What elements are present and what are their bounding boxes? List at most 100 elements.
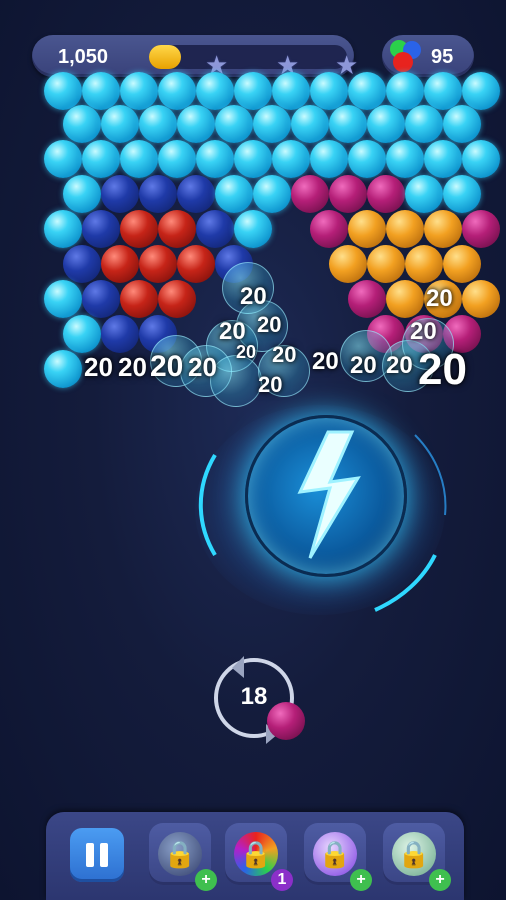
bubble-cyan	[82, 140, 120, 178]
bubble-cyan	[424, 72, 462, 110]
bubble-cyan	[44, 140, 82, 178]
score-popup: 20	[150, 350, 184, 383]
progress-fill	[149, 45, 181, 69]
bubble-magenta	[291, 175, 329, 213]
bubble-cyan	[120, 72, 158, 110]
booster-4[interactable]: 🔒 +	[383, 823, 451, 891]
bubble-cyan	[291, 105, 329, 143]
score-popup: 20	[240, 283, 267, 310]
lightning-icon	[297, 430, 361, 559]
bubble-cyan	[101, 105, 139, 143]
bubble-cyan	[234, 140, 272, 178]
score-popup: 20	[257, 312, 282, 337]
bubble-red	[158, 210, 196, 248]
bubble-navy	[101, 175, 139, 213]
colored-balls-icon	[390, 40, 421, 72]
booster-1[interactable]: 🔒 +	[149, 823, 217, 891]
bubble-cyan	[196, 72, 234, 110]
bubble-cyan	[272, 72, 310, 110]
bubble-orange	[424, 210, 462, 248]
bubble-cyan	[462, 72, 500, 110]
bubble-cyan	[310, 72, 348, 110]
bubble-cyan	[44, 210, 82, 248]
bubble-cyan	[424, 140, 462, 178]
bubble-cyan	[405, 175, 443, 213]
score-popup: 20	[312, 348, 339, 375]
bubble-magenta	[329, 175, 367, 213]
bubble-cyan	[310, 140, 348, 178]
booster-badge: +	[195, 869, 217, 891]
bubble-orange	[386, 280, 424, 318]
bubble-navy	[196, 210, 234, 248]
bubble-cyan	[44, 350, 82, 388]
booster-badge: 1	[271, 869, 293, 891]
bubble-magenta	[367, 175, 405, 213]
bubble-orange	[386, 210, 424, 248]
bubble-cyan	[443, 175, 481, 213]
booster-badge: +	[350, 869, 372, 891]
bubble-cyan	[234, 210, 272, 248]
score-popup: 20	[386, 352, 413, 379]
bubble-orange	[443, 245, 481, 283]
bubble-cyan	[158, 140, 196, 178]
booster-3[interactable]: 🔒 +	[304, 823, 372, 891]
bubble-cyan	[44, 72, 82, 110]
bubble-red	[120, 280, 158, 318]
pause-button[interactable]	[70, 828, 124, 882]
bubble-cyan	[177, 105, 215, 143]
bubble-cyan	[234, 72, 272, 110]
bubble-cyan	[63, 175, 101, 213]
score-popup: 20	[410, 318, 437, 345]
bubble-red	[158, 280, 196, 318]
bubble-cyan	[215, 175, 253, 213]
bubble-red	[120, 210, 158, 248]
bubble-cyan	[253, 175, 291, 213]
score-popup: 20	[84, 352, 113, 382]
pause-icon	[86, 843, 94, 867]
bubble-cyan	[253, 105, 291, 143]
bubble-navy	[82, 280, 120, 318]
bubble-navy	[82, 210, 120, 248]
balls-remaining: 95	[431, 46, 454, 68]
score-value: 1,050	[58, 46, 109, 68]
score-popup: 20	[426, 285, 453, 312]
current-ball[interactable]	[267, 702, 305, 740]
bubble-red	[139, 245, 177, 283]
score-popup: 20	[236, 342, 257, 362]
bubble-magenta	[310, 210, 348, 248]
bubble-cyan	[63, 315, 101, 353]
score-popup: 20	[350, 352, 377, 379]
bubble-cyan	[405, 105, 443, 143]
bubble-cyan	[44, 280, 82, 318]
bubble-orange	[462, 280, 500, 318]
bubble-cyan	[367, 105, 405, 143]
score-popup: 20	[418, 345, 467, 394]
bubble-cyan	[329, 105, 367, 143]
shots-remaining: 18	[240, 683, 268, 710]
bubble-magenta	[462, 210, 500, 248]
bubble-cyan	[462, 140, 500, 178]
pause-icon	[100, 843, 108, 867]
bubble-cyan	[158, 72, 196, 110]
bubble-magenta	[348, 280, 386, 318]
score-popup: 20	[272, 342, 297, 367]
bubble-navy	[63, 245, 101, 283]
bubble-cyan	[348, 72, 386, 110]
bubble-orange	[348, 210, 386, 248]
bubble-cyan	[272, 140, 310, 178]
score-popup: 20	[118, 352, 147, 382]
bubble-cyan	[348, 140, 386, 178]
bubble-cyan	[82, 72, 120, 110]
bubble-orange	[329, 245, 367, 283]
score-popup: 20	[188, 352, 217, 382]
booster-2[interactable]: 🔒 1	[225, 823, 293, 891]
bubble-navy	[101, 315, 139, 353]
bubble-navy	[177, 175, 215, 213]
bubble-cyan	[386, 140, 424, 178]
bubble-cyan	[63, 105, 101, 143]
bubble-cyan	[386, 72, 424, 110]
bubble-orange	[367, 245, 405, 283]
bubble-navy	[139, 175, 177, 213]
booster-badge: +	[429, 869, 451, 891]
bubble-cyan	[196, 140, 234, 178]
